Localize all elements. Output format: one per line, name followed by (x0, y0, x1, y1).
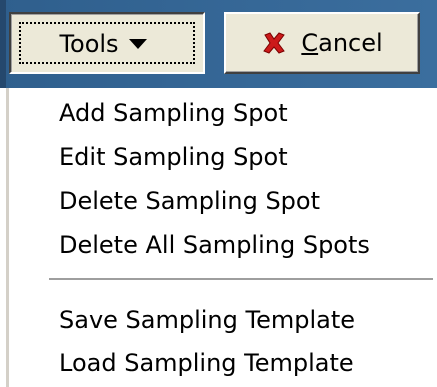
toolbar: Tools Cancel (0, 0, 437, 88)
menu-item-edit-sampling-spot[interactable]: Edit Sampling Spot (59, 142, 288, 172)
menu-item-add-sampling-spot[interactable]: Add Sampling Spot (59, 98, 288, 128)
tools-dropdown-menu: Add Sampling Spot Edit Sampling Spot Del… (6, 88, 437, 387)
cancel-accelerator-letter: C (301, 29, 319, 57)
menu-item-delete-sampling-spot[interactable]: Delete Sampling Spot (59, 186, 320, 216)
cancel-button-label: Cancel (301, 29, 382, 57)
red-x-icon (263, 32, 286, 54)
cancel-label-rest: ancel (318, 29, 383, 57)
toolbar-edge (0, 0, 6, 88)
menu-item-load-sampling-template[interactable]: Load Sampling Template (59, 348, 354, 378)
menu-item-delete-all-sampling-spots[interactable]: Delete All Sampling Spots (59, 230, 370, 260)
cancel-button[interactable]: Cancel (224, 12, 420, 74)
tools-menu-button[interactable]: Tools (9, 12, 205, 74)
menu-separator (49, 278, 433, 282)
tools-button-label: Tools (59, 30, 119, 58)
menu-item-save-sampling-template[interactable]: Save Sampling Template (59, 305, 355, 335)
triangle-down-icon (128, 39, 147, 49)
